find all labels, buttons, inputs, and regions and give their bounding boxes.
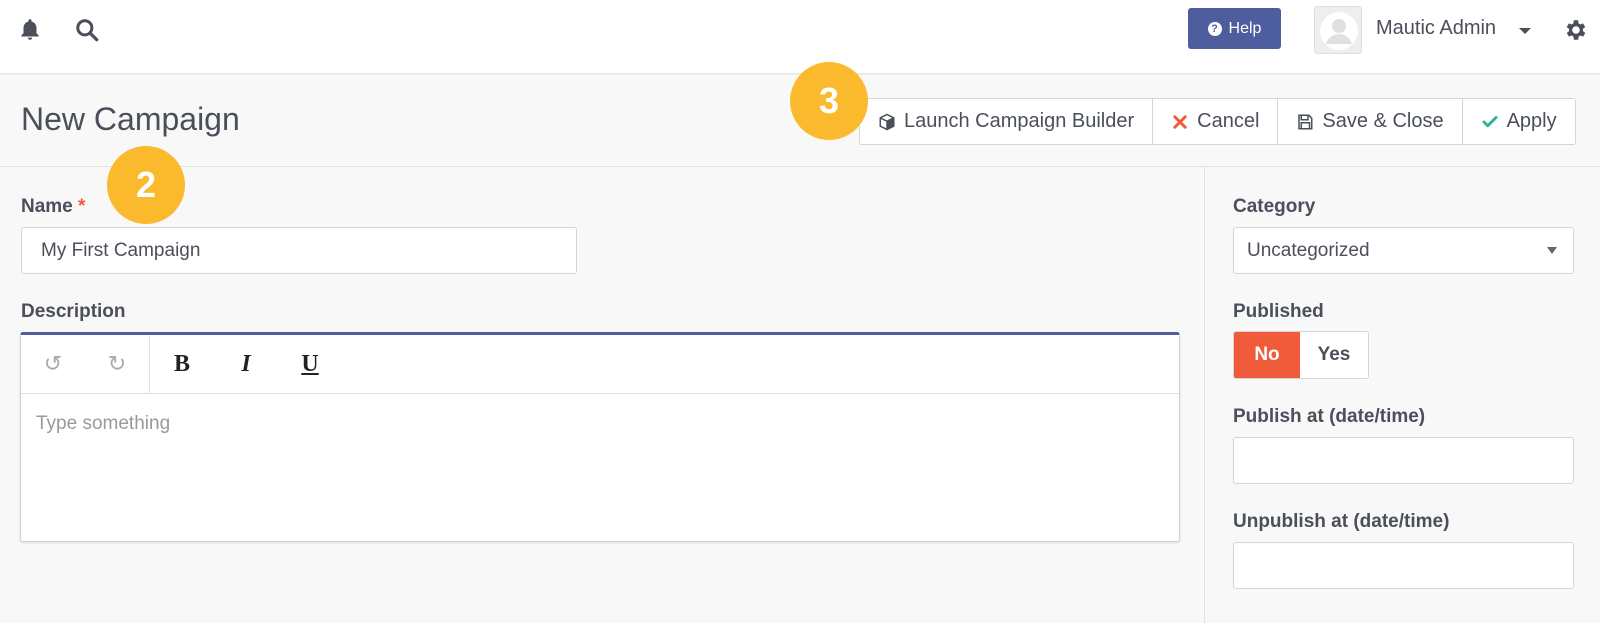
category-label: Category <box>1233 196 1316 217</box>
published-label: Published <box>1233 301 1324 322</box>
avatar[interactable] <box>1314 6 1362 54</box>
search-icon[interactable] <box>74 17 100 43</box>
callout-badge-3: 3 <box>790 62 868 140</box>
check-icon <box>1482 115 1498 127</box>
description-editor[interactable]: ↺ ↻ B I U Type something <box>20 332 1180 542</box>
cube-icon <box>879 113 895 130</box>
gear-icon[interactable] <box>1563 17 1589 43</box>
underline-button[interactable]: U <box>278 335 342 394</box>
launch-button-label: Launch Campaign Builder <box>904 110 1135 132</box>
chevron-down-icon[interactable] <box>1519 28 1531 34</box>
bell-icon[interactable] <box>17 17 43 43</box>
category-select[interactable]: Uncategorized <box>1233 227 1574 274</box>
unpublish-at-input[interactable] <box>1233 542 1574 589</box>
published-toggle[interactable]: No Yes <box>1233 331 1369 379</box>
help-button-label: Help <box>1228 19 1262 37</box>
published-no-option[interactable]: No <box>1234 332 1300 378</box>
publish-at-label: Publish at (date/time) <box>1233 406 1426 427</box>
name-input-value: My First Campaign <box>41 240 201 261</box>
cancel-button[interactable]: Cancel <box>1153 99 1279 144</box>
editor-toolbar: ↺ ↻ B I U <box>21 334 1179 394</box>
question-circle-icon: ? <box>1207 21 1222 36</box>
top-navbar: ? Help Mautic Admin <box>0 0 1600 74</box>
italic-button[interactable]: I <box>214 335 278 394</box>
close-icon <box>1173 114 1187 129</box>
name-label-text: Name <box>21 196 73 217</box>
bold-button[interactable]: B <box>150 335 214 394</box>
cancel-button-label: Cancel <box>1197 110 1260 132</box>
apply-button[interactable]: Apply <box>1462 99 1575 144</box>
help-button[interactable]: ? Help <box>1188 8 1281 49</box>
apply-button-label: Apply <box>1506 110 1557 132</box>
page-title: New Campaign <box>21 101 240 137</box>
description-label: Description <box>21 301 126 322</box>
save-close-button-label: Save & Close <box>1322 110 1444 132</box>
publish-at-input[interactable] <box>1233 437 1574 484</box>
caret-down-icon <box>1547 247 1557 254</box>
category-select-value: Uncategorized <box>1247 240 1370 261</box>
unpublish-at-label: Unpublish at (date/time) <box>1233 511 1450 532</box>
toolbar-button-group: Launch Campaign Builder Cancel Save & Cl… <box>859 98 1576 145</box>
user-menu-name[interactable]: Mautic Admin <box>1376 17 1496 40</box>
required-mark: * <box>78 196 86 217</box>
save-icon <box>1298 114 1313 129</box>
callout-badge-2: 2 <box>107 146 185 224</box>
published-yes-option[interactable]: Yes <box>1300 332 1368 378</box>
launch-campaign-builder-button[interactable]: Launch Campaign Builder <box>860 99 1154 144</box>
undo-icon[interactable]: ↺ <box>21 335 85 394</box>
redo-icon[interactable]: ↻ <box>85 335 149 394</box>
name-label: Name * <box>21 196 85 218</box>
name-input[interactable]: My First Campaign <box>21 227 577 274</box>
save-close-button[interactable]: Save & Close <box>1278 99 1463 144</box>
description-placeholder[interactable]: Type something <box>36 413 170 435</box>
